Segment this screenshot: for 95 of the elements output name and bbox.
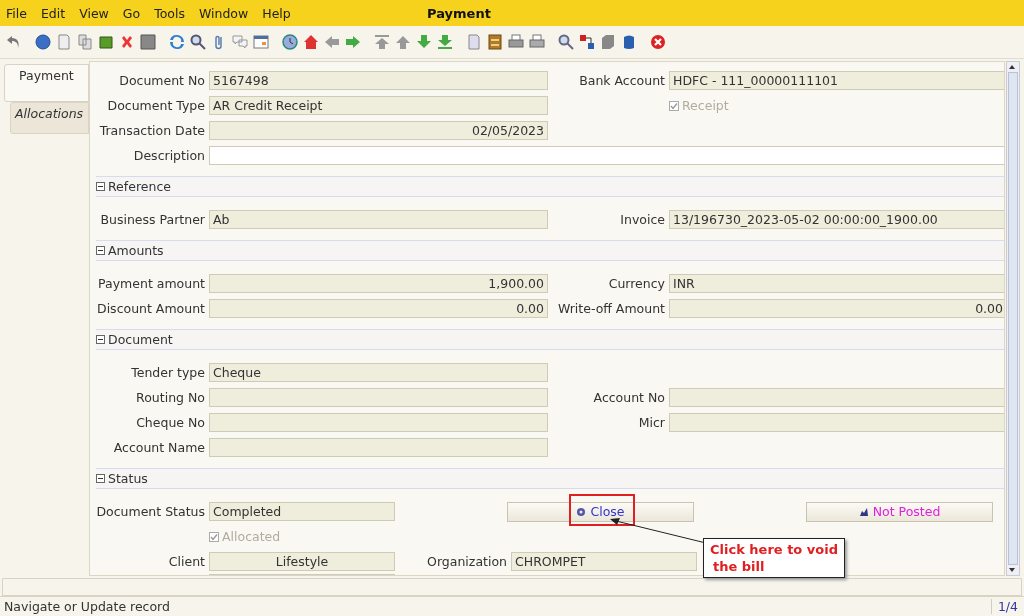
menu-item[interactable]: Tools (154, 5, 185, 21)
scrollbar[interactable] (1006, 61, 1020, 576)
search-icon[interactable] (190, 34, 206, 50)
close-button[interactable]: Close (507, 501, 694, 522)
chart-icon (858, 506, 869, 517)
field-label: Cheque No (135, 415, 205, 430)
section-header[interactable]: Document (96, 329, 1004, 350)
window-title: Payment (427, 5, 491, 21)
input-field[interactable] (669, 413, 1004, 432)
zoom-icon[interactable] (558, 34, 574, 50)
chat-icon[interactable] (232, 34, 248, 50)
field-label: Client (167, 554, 205, 569)
menu-item[interactable]: Edit (40, 5, 66, 21)
archive-icon[interactable] (487, 34, 503, 50)
input-field[interactable]: 0.00 (669, 299, 1004, 318)
last-record-icon[interactable] (437, 34, 453, 50)
field-label: Document Status (95, 504, 205, 519)
home-icon[interactable] (303, 34, 319, 50)
down-arrow-icon[interactable] (416, 34, 432, 50)
input-field[interactable] (209, 438, 548, 457)
input-field[interactable]: HDFC - 111_00000111101 (669, 71, 1004, 90)
section-header[interactable]: Amounts (96, 240, 1004, 261)
input-field[interactable]: INR (669, 274, 1004, 293)
history-icon[interactable] (282, 34, 298, 50)
field-label: Document Type (106, 98, 205, 113)
tab[interactable]: Payment (4, 64, 89, 102)
first-record-icon[interactable] (374, 34, 390, 50)
field-label: Currency (607, 276, 665, 291)
section-header[interactable]: Status (96, 468, 1004, 489)
up-arrow-icon[interactable] (395, 34, 411, 50)
field-label: Micr (637, 415, 665, 430)
refresh-icon[interactable] (169, 34, 185, 50)
section-header[interactable]: Reference (96, 176, 1004, 197)
input-field[interactable]: Lifestyle (209, 552, 395, 571)
input-field[interactable]: Ab (209, 210, 548, 229)
input-field[interactable]: AR Credit Receipt (209, 96, 548, 115)
print-icon[interactable] (529, 34, 545, 50)
field-label: Business Partner (99, 212, 205, 227)
cylinder-icon[interactable] (621, 34, 637, 50)
menu-item[interactable]: Go (122, 5, 141, 21)
section-title: Document (108, 332, 173, 347)
input-field[interactable] (209, 413, 548, 432)
input-field[interactable] (209, 146, 1004, 165)
close-icon[interactable] (650, 34, 666, 50)
collapse-icon[interactable] (96, 182, 105, 191)
menu-item[interactable]: File (6, 5, 27, 21)
workflow-icon[interactable] (579, 34, 595, 50)
section-title: Amounts (108, 243, 164, 258)
section-title: Status (108, 471, 148, 486)
highlight-rectangle (569, 494, 635, 526)
field-label: Description (132, 148, 205, 163)
input-field[interactable]: 0.00 (209, 299, 548, 318)
collapse-icon[interactable] (96, 335, 105, 344)
copy-icon[interactable] (77, 34, 93, 50)
checkbox-icon (669, 100, 679, 111)
report-icon[interactable] (466, 34, 482, 50)
field-label: Document No (118, 73, 205, 88)
grid-icon[interactable] (253, 34, 269, 50)
input-field[interactable]: 1,900.00 (209, 274, 548, 293)
back-arrow-icon[interactable] (324, 34, 340, 50)
forward-arrow-icon[interactable] (345, 34, 361, 50)
field-label: Invoice (619, 212, 665, 227)
callout-note: Click here to void the bill (703, 538, 845, 578)
status-message: Navigate or Update record (3, 599, 170, 614)
input-field[interactable] (669, 388, 1004, 407)
collapse-icon[interactable] (96, 246, 105, 255)
field-label: Organization (426, 554, 507, 569)
field-label: Account Name (112, 440, 205, 455)
menu-item[interactable]: View (79, 5, 109, 21)
input-field[interactable]: 02/05/2023 (209, 121, 548, 140)
input-field[interactable]: Cheque (209, 363, 548, 382)
tab[interactable]: Allocations (10, 102, 89, 134)
print-preview-icon[interactable] (508, 34, 524, 50)
checkbox-icon (209, 531, 219, 542)
record-counter: 1/4 (990, 599, 1024, 614)
input-field[interactable]: Completed (209, 502, 395, 521)
field-label: Tender type (130, 365, 205, 380)
collapse-icon[interactable] (96, 474, 105, 483)
delete-selection-icon[interactable] (119, 34, 135, 50)
field-label: Account No (592, 390, 665, 405)
gear-icon (576, 506, 587, 517)
input-field[interactable]: 13/196730_2023-05-02 00:00:00_1900.00 (669, 210, 1004, 229)
section-title: Reference (108, 179, 171, 194)
menu-item[interactable]: Window (198, 5, 249, 21)
input-field[interactable]: 5167498 (209, 71, 548, 90)
field-label: Payment amount (97, 276, 205, 291)
field-label: Discount Amount (96, 301, 205, 316)
input-field[interactable]: CHROMPET (511, 552, 697, 571)
cube-icon[interactable] (600, 34, 616, 50)
menu-item[interactable]: Help (262, 5, 291, 21)
field-label: Routing No (135, 390, 205, 405)
field-label: Write-off Amount (556, 301, 665, 316)
field-label: Bank Account (578, 73, 665, 88)
input-field[interactable] (209, 388, 548, 407)
field-label: Transaction Date (98, 123, 205, 138)
